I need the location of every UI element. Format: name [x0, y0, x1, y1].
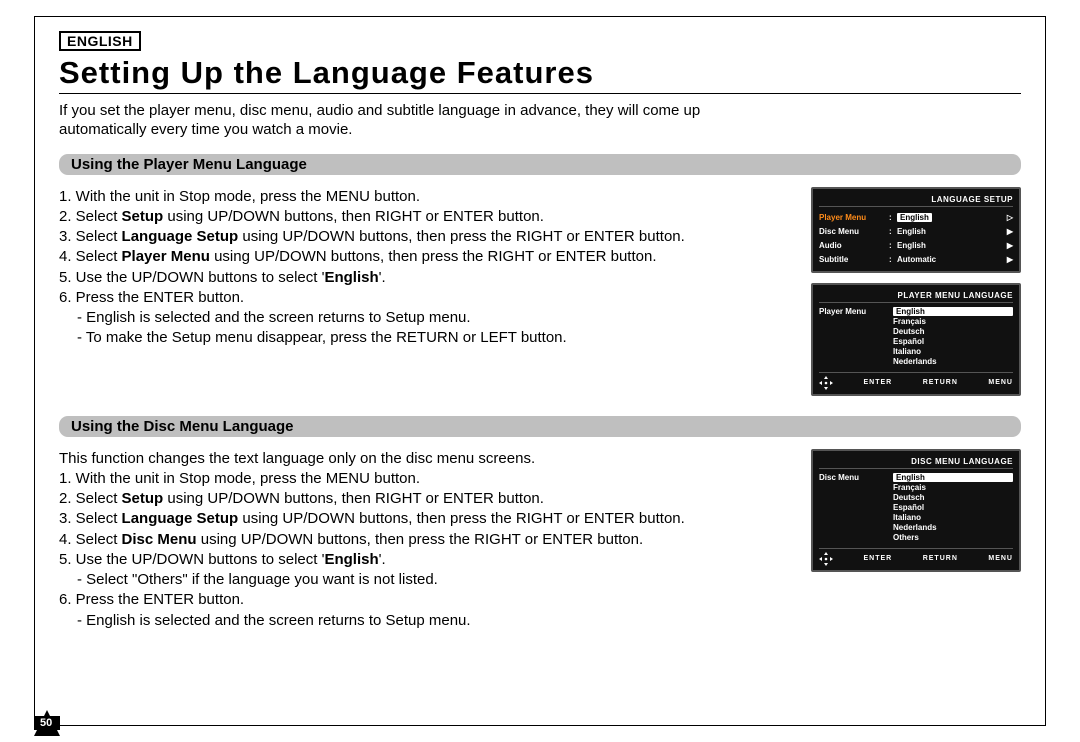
page-number: 50	[40, 717, 52, 729]
section1-tvs: LANGUAGE SETUP Player Menu : English ▷ D…	[811, 187, 1021, 396]
s2-step5d: - Select "Others" if the language you wa…	[59, 570, 791, 590]
tv3-lang2: Deutsch	[893, 493, 1013, 502]
tv1-row0-value: English	[897, 213, 1003, 222]
tv3-lang6: Others	[893, 533, 1013, 542]
tv2-lang5: Nederlands	[893, 357, 1013, 366]
dpad-icon	[819, 376, 833, 390]
section2-bar: Using the Disc Menu Language	[59, 416, 1021, 437]
tv2-label: Player Menu	[819, 307, 893, 316]
chevron-right-icon: ▶	[1003, 241, 1013, 250]
s2-step5: 5. Use the UP/DOWN buttons to select 'En…	[59, 551, 386, 568]
section2-tvs: DISC MENU LANGUAGE Disc Menu English Fra…	[811, 449, 1021, 572]
s1-step6b: - To make the Setup menu disappear, pres…	[59, 328, 791, 348]
tv3-lang0: English	[893, 473, 1013, 482]
page-number-badge: 50	[34, 710, 74, 736]
tv3-menu: MENU	[988, 555, 1013, 562]
tv3-label: Disc Menu	[819, 473, 893, 482]
dpad-icon	[819, 552, 833, 566]
tv1-title: LANGUAGE SETUP	[819, 195, 1013, 207]
s2-step6a: - English is selected and the screen ret…	[59, 611, 791, 631]
s2-step2: 2. Select Setup using UP/DOWN buttons, t…	[59, 490, 544, 507]
chevron-right-icon: ▶	[1003, 255, 1013, 264]
section2-body: This function changes the text language …	[59, 449, 1021, 631]
colon-icon: :	[889, 213, 897, 222]
tv2-languages: English Français Deutsch Español Italian…	[893, 307, 1013, 366]
tv3-lang1: Français	[893, 483, 1013, 492]
intro-line1: If you set the player menu, disc menu, a…	[59, 102, 700, 119]
colon-icon: :	[889, 227, 897, 236]
s2-step4: 4. Select Disc Menu using UP/DOWN button…	[59, 531, 643, 548]
tv1-row2-value: English	[897, 241, 1003, 250]
tv1-row-player-menu: Player Menu : English ▷	[819, 211, 1013, 225]
tv2-lang0: English	[893, 307, 1013, 316]
section1-body: 1. With the unit in Stop mode, press the…	[59, 187, 1021, 396]
s1-step2: 2. Select Setup using UP/DOWN buttons, t…	[59, 208, 544, 225]
tv1-row2-label: Audio	[819, 241, 889, 250]
colon-icon: :	[889, 241, 897, 250]
s2-step3: 3. Select Language Setup using UP/DOWN b…	[59, 510, 685, 527]
s1-step1: 1. With the unit in Stop mode, press the…	[59, 188, 420, 205]
tv3-enter: ENTER	[863, 555, 892, 562]
page-title: Setting Up the Language Features	[59, 55, 1021, 91]
tv3-title: DISC MENU LANGUAGE	[819, 457, 1013, 469]
intro-line2: automatically every time you watch a mov…	[59, 121, 352, 138]
tv-disc-menu-language: DISC MENU LANGUAGE Disc Menu English Fra…	[811, 449, 1021, 572]
tv1-row-audio: Audio : English ▶	[819, 239, 1013, 253]
tv1-row-disc-menu: Disc Menu : English ▶	[819, 225, 1013, 239]
section1-instructions: 1. With the unit in Stop mode, press the…	[59, 187, 791, 349]
tv2-lang1: Français	[893, 317, 1013, 326]
tv3-lang3: Español	[893, 503, 1013, 512]
tv2-return: RETURN	[923, 379, 958, 386]
tv1-row3-label: Subtitle	[819, 255, 889, 264]
section1-bar: Using the Player Menu Language	[59, 154, 1021, 175]
tv-player-menu-language: PLAYER MENU LANGUAGE Player Menu English…	[811, 283, 1021, 396]
chevron-right-icon: ▷	[1003, 213, 1013, 222]
s2-step6: 6. Press the ENTER button.	[59, 591, 244, 608]
chevron-right-icon: ▶	[1003, 227, 1013, 236]
tv3-footer: ENTER RETURN MENU	[819, 548, 1013, 566]
title-rule	[59, 93, 1021, 94]
s2-lead: This function changes the text language …	[59, 450, 535, 467]
tv1-row3-value: Automatic	[897, 255, 1003, 264]
tv2-footer: ENTER RETURN MENU	[819, 372, 1013, 390]
intro-text: If you set the player menu, disc menu, a…	[59, 102, 1021, 140]
tv2-lang4: Italiano	[893, 347, 1013, 356]
tv1-row-subtitle: Subtitle : Automatic ▶	[819, 253, 1013, 267]
tv2-menu: MENU	[988, 379, 1013, 386]
section2-instructions: This function changes the text language …	[59, 449, 791, 631]
s1-step3: 3. Select Language Setup using UP/DOWN b…	[59, 228, 685, 245]
tv2-title: PLAYER MENU LANGUAGE	[819, 291, 1013, 303]
tv2-lang2: Deutsch	[893, 327, 1013, 336]
colon-icon: :	[889, 255, 897, 264]
tv3-return: RETURN	[923, 555, 958, 562]
tv3-lang4: Italiano	[893, 513, 1013, 522]
s1-step5: 5. Use the UP/DOWN buttons to select 'En…	[59, 269, 386, 286]
tv2-enter: ENTER	[863, 379, 892, 386]
tv1-row1-value: English	[897, 227, 1003, 236]
s1-step4: 4. Select Player Menu using UP/DOWN butt…	[59, 248, 657, 265]
s1-step6a: - English is selected and the screen ret…	[59, 308, 791, 328]
s1-step6: 6. Press the ENTER button.	[59, 289, 244, 306]
tv2-lang3: Español	[893, 337, 1013, 346]
tv1-row0-label: Player Menu	[819, 213, 889, 222]
tv1-row1-label: Disc Menu	[819, 227, 889, 236]
tv-language-setup: LANGUAGE SETUP Player Menu : English ▷ D…	[811, 187, 1021, 273]
tv3-languages: English Français Deutsch Español Italian…	[893, 473, 1013, 542]
tv3-lang5: Nederlands	[893, 523, 1013, 532]
language-box: ENGLISH	[59, 31, 141, 51]
page-frame: ENGLISH Setting Up the Language Features…	[34, 16, 1046, 726]
s2-step1: 1. With the unit in Stop mode, press the…	[59, 470, 420, 487]
